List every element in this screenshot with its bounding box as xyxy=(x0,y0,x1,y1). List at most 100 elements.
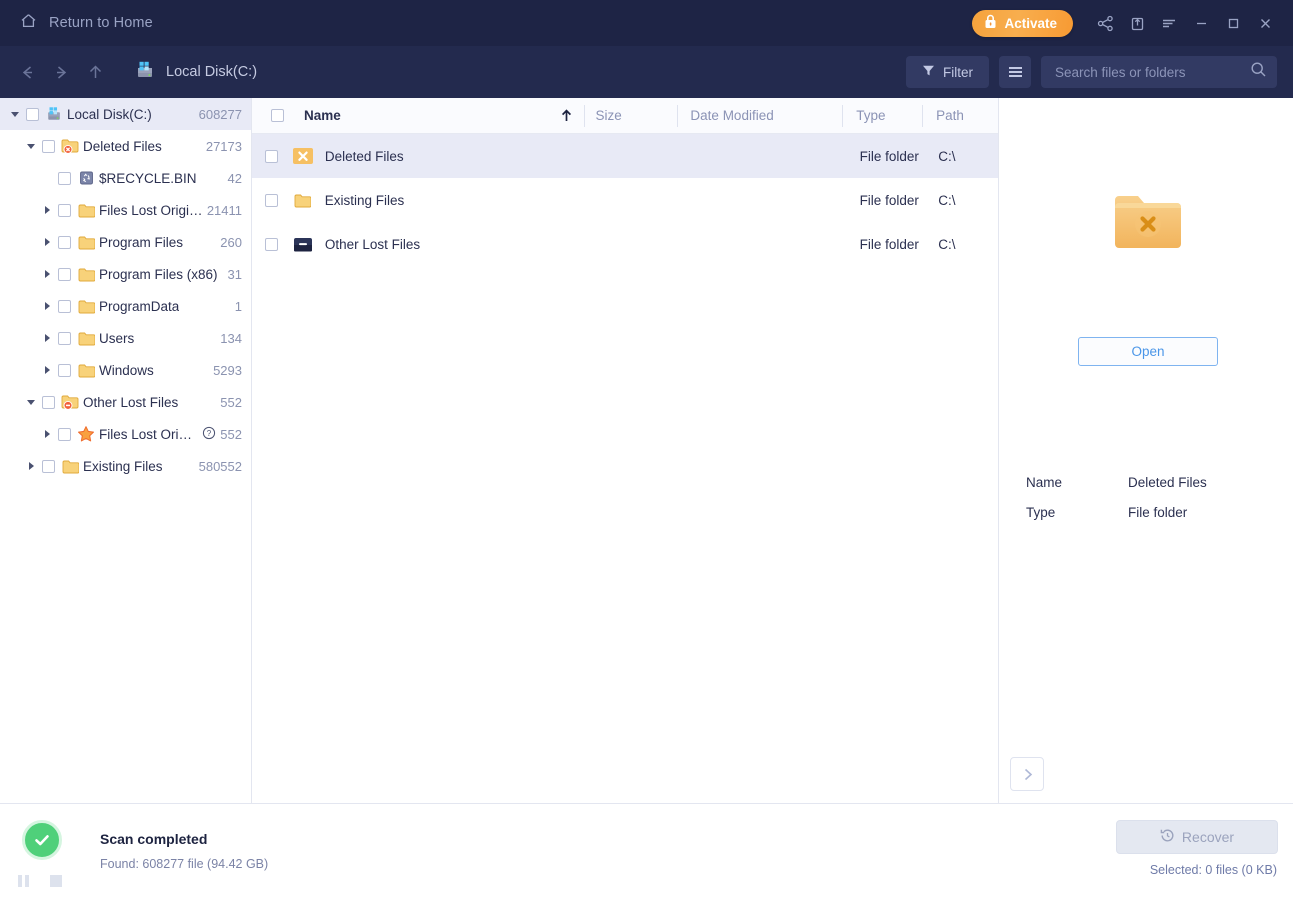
tree-item-checkbox[interactable] xyxy=(58,363,71,377)
recover-clock-icon xyxy=(1160,828,1175,846)
tree-item-count: 580552 xyxy=(198,458,242,474)
column-header-name[interactable]: Name xyxy=(252,98,524,134)
row-checkbox[interactable] xyxy=(265,149,279,163)
tree-item-label: ProgramData xyxy=(99,298,180,314)
property-value-type: File folder xyxy=(1128,505,1188,520)
arrow-right-icon[interactable] xyxy=(44,55,78,89)
tree-item-users[interactable]: Users 134 xyxy=(0,322,251,354)
caret-down-icon[interactable] xyxy=(8,107,22,121)
column-header-type[interactable]: Type xyxy=(842,98,922,134)
breadcrumb[interactable]: Local Disk(C:) xyxy=(134,59,257,86)
tree-item-checkbox[interactable] xyxy=(58,331,71,345)
search-box[interactable] xyxy=(1041,56,1277,88)
file-list-header: Name Size Date Modified Type Path xyxy=(252,98,998,134)
activate-label: Activate xyxy=(1004,15,1057,31)
status-bar xyxy=(0,803,1293,898)
stop-icon[interactable] xyxy=(50,875,62,887)
tree-item-programdata[interactable]: ProgramData 1 xyxy=(0,290,251,322)
column-header-path[interactable]: Path xyxy=(922,98,998,134)
tree-item-label: Other Lost Files xyxy=(83,394,179,410)
caret-right-icon[interactable] xyxy=(40,427,54,441)
tree-item-checkbox[interactable] xyxy=(58,203,71,217)
open-button-label: Open xyxy=(1131,344,1165,359)
help-question-icon[interactable]: ? xyxy=(202,426,216,443)
tree-item-recycle-bin[interactable]: $RECYCLE.BIN 42 xyxy=(0,162,251,194)
folder-icon xyxy=(61,457,79,475)
caret-down-icon[interactable] xyxy=(24,139,38,153)
column-header-date[interactable]: Date Modified xyxy=(677,98,842,134)
caret-right-icon[interactable] xyxy=(40,235,54,249)
folder-deleted-large-icon xyxy=(1113,190,1183,252)
tree-item-checkbox[interactable] xyxy=(58,299,71,313)
tree-item-checkbox[interactable] xyxy=(42,139,55,153)
arrow-left-icon[interactable] xyxy=(10,55,44,89)
tree-item-existing-files[interactable]: Existing Files 580552 xyxy=(0,450,251,482)
column-header-type-label: Type xyxy=(856,108,886,123)
tree-item-checkbox[interactable] xyxy=(58,427,71,441)
tree-item-checkbox[interactable] xyxy=(42,459,55,473)
navigation-bar: Local Disk(C:) Filter xyxy=(0,46,1293,98)
tree-item-files-lost-original-di[interactable]: Files Lost Original Di...21411 xyxy=(0,194,251,226)
caret-right-icon[interactable] xyxy=(40,363,54,377)
scan-status-title: Scan completed xyxy=(100,831,208,847)
hamburger-icon[interactable] xyxy=(999,56,1031,88)
tree-item-count: 1 xyxy=(234,298,242,314)
search-input[interactable] xyxy=(1055,64,1250,80)
tree-item-local-disk-c[interactable]: Local Disk(C:) 608277 xyxy=(0,98,251,130)
tree-item-checkbox[interactable] xyxy=(58,171,71,185)
caret-right-icon[interactable] xyxy=(40,331,54,345)
caret-down-icon[interactable] xyxy=(24,395,38,409)
tree-item-count: 42 xyxy=(227,170,242,186)
tree-item-windows[interactable]: Windows 5293 xyxy=(0,354,251,386)
activate-button[interactable]: Activate xyxy=(972,9,1073,37)
tree-item-label: Existing Files xyxy=(83,458,163,474)
tree-item-checkbox[interactable] xyxy=(58,235,71,249)
search-icon[interactable] xyxy=(1250,61,1267,83)
filter-button[interactable]: Filter xyxy=(906,56,989,88)
column-header-size-label: Size xyxy=(595,108,622,123)
table-row[interactable]: Deleted Files File folder C:\ xyxy=(252,134,998,178)
tree-item-program-files[interactable]: Program Files 260 xyxy=(0,226,251,258)
recover-button[interactable]: Recover xyxy=(1116,820,1278,854)
caret-right-icon[interactable] xyxy=(40,203,54,217)
cell-type: File folder xyxy=(859,236,919,252)
tree-item-label: Deleted Files xyxy=(83,138,162,154)
caret-right-icon[interactable] xyxy=(24,459,38,473)
tree-item-deleted-files[interactable]: Deleted Files 27173 xyxy=(0,130,251,162)
row-checkbox[interactable] xyxy=(265,237,279,251)
return-to-home-button[interactable]: Return to Home xyxy=(14,9,159,38)
close-icon[interactable] xyxy=(1249,8,1281,38)
column-header-size[interactable]: Size xyxy=(583,98,678,134)
caret-right-icon[interactable] xyxy=(40,267,54,281)
tree-item-checkbox[interactable] xyxy=(58,267,71,281)
sort-ascending-icon[interactable] xyxy=(524,98,584,134)
folder-icon xyxy=(77,233,95,251)
table-row[interactable]: Other Lost Files File folder C:\ xyxy=(252,222,998,266)
caret-right-icon[interactable] xyxy=(40,299,54,313)
tree-item-other-lost-files[interactable]: Other Lost Files 552 xyxy=(0,386,251,418)
share-icon[interactable] xyxy=(1089,8,1121,38)
lock-icon xyxy=(984,14,997,32)
tree-item-checkbox[interactable] xyxy=(42,395,55,409)
open-button[interactable]: Open xyxy=(1078,337,1218,366)
chevron-right-icon[interactable] xyxy=(1010,757,1044,791)
title-bar: Return to Home Activate xyxy=(0,0,1293,46)
tree-item-label: Users xyxy=(99,330,135,346)
tree-item-files-lost-original[interactable]: Files Lost Original ...? 552 xyxy=(0,418,251,450)
maximize-icon[interactable] xyxy=(1217,8,1249,38)
select-all-checkbox[interactable] xyxy=(271,109,284,122)
pause-icon[interactable] xyxy=(18,875,30,887)
table-row[interactable]: Existing Files File folder C:\ xyxy=(252,178,998,222)
export-icon[interactable] xyxy=(1121,8,1153,38)
property-value-name: Deleted Files xyxy=(1128,475,1207,490)
tree-item-checkbox[interactable] xyxy=(26,107,39,121)
property-key-type: Type xyxy=(1026,505,1056,520)
feedback-list-icon[interactable] xyxy=(1153,8,1185,38)
arrow-up-icon[interactable] xyxy=(78,55,112,89)
minimize-icon[interactable] xyxy=(1185,8,1217,38)
row-checkbox[interactable] xyxy=(265,193,279,207)
cell-name: Deleted Files xyxy=(324,148,404,164)
folder-tree-sidebar[interactable]: Local Disk(C:) 608277 Deleted Files 27173 $R… xyxy=(0,98,252,803)
tree-item-program-files-x86[interactable]: Program Files (x86) 31 xyxy=(0,258,251,290)
tree-item-label: Files Lost Original ... xyxy=(99,426,198,442)
